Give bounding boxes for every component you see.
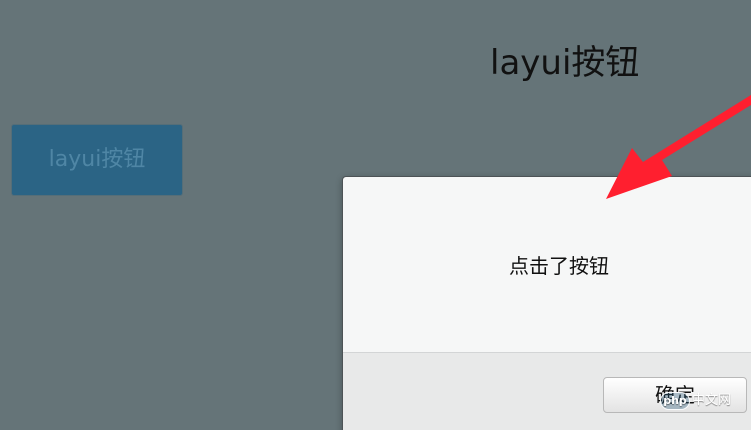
php-logo-icon: php — [660, 392, 690, 410]
site-watermark: php 中文网 — [660, 386, 751, 416]
layui-button[interactable]: layui按钮 — [12, 125, 182, 195]
dialog-body: 点击了按钮 — [343, 177, 751, 352]
watermark-text: 中文网 — [692, 393, 732, 408]
page-title: layui按钮 — [490, 43, 640, 83]
screen: layui按钮 layui按钮 点击了按钮 确定 php 中文网 — [0, 0, 751, 430]
dialog-message: 点击了按钮 — [509, 254, 609, 278]
